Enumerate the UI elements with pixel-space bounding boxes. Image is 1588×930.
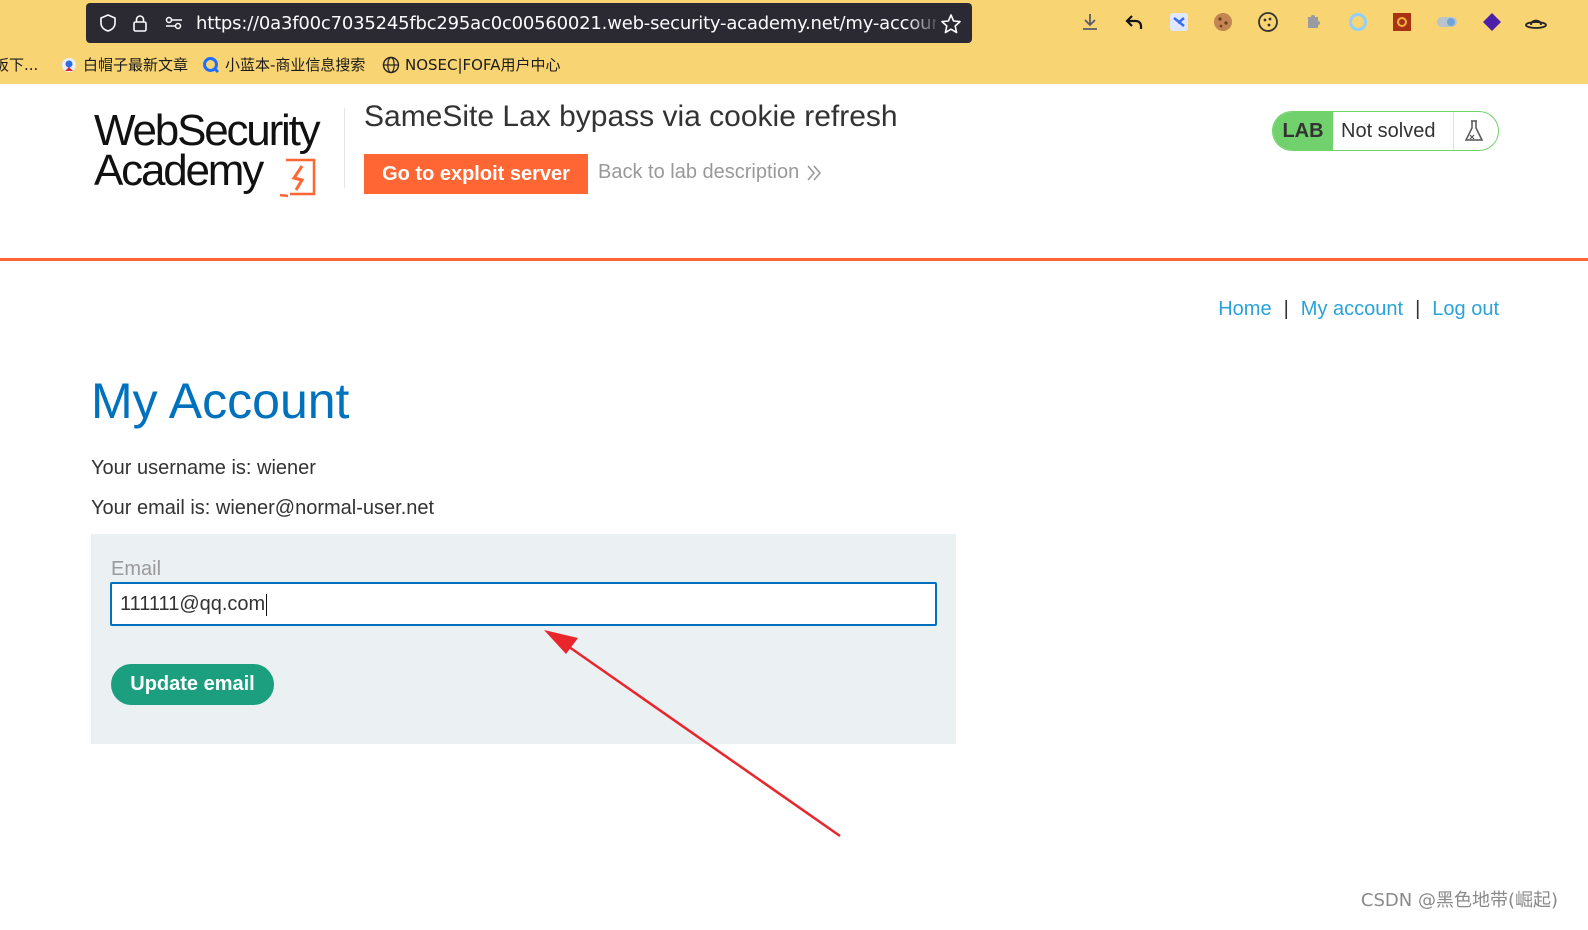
hat-icon[interactable] xyxy=(1522,8,1550,36)
cookie-icon[interactable] xyxy=(1209,8,1237,36)
diamond-icon[interactable] xyxy=(1478,8,1506,36)
email-text: Your email is: wiener@normal-user.net xyxy=(91,497,435,519)
puzzle-icon[interactable] xyxy=(1299,8,1327,36)
lab-badge: LAB xyxy=(1273,112,1333,150)
bookmark-item[interactable]: 板下... xyxy=(0,54,38,75)
download-icon[interactable] xyxy=(1076,8,1104,36)
undo-arrow-icon[interactable] xyxy=(1120,8,1148,36)
bookmark-item[interactable]: 白帽子最新文章 xyxy=(60,54,188,75)
status-divider xyxy=(1453,112,1454,150)
lab-title: SameSite Lax bypass via cookie refresh xyxy=(364,100,898,133)
watermark: CSDN @黑色地带(崛起) xyxy=(1360,890,1558,911)
nav-separator: | xyxy=(1415,298,1421,320)
gear-box-icon[interactable] xyxy=(1388,8,1416,36)
nav-separator: | xyxy=(1283,298,1289,320)
update-email-button[interactable]: Update email xyxy=(111,664,274,705)
url-fade xyxy=(906,9,942,37)
freebuf-icon xyxy=(60,56,78,74)
bookmarks-bar: 板下... 白帽子最新文章 小蓝本-商业信息搜索 NOSEC|FOFA用户中心 xyxy=(0,50,1588,78)
lab-status-widget: LAB Not solved xyxy=(1272,111,1499,151)
cookie-editor-icon[interactable] xyxy=(1254,8,1282,36)
header-rule xyxy=(0,258,1588,261)
toggle-icon[interactable] xyxy=(1433,8,1461,36)
email-label: Email xyxy=(111,558,162,580)
nav-my-account-link[interactable]: My account xyxy=(1301,298,1403,321)
nav-log-out-link[interactable]: Log out xyxy=(1432,298,1499,321)
logo-bolt-icon xyxy=(280,158,316,198)
lock-icon[interactable] xyxy=(130,13,150,33)
flask-icon xyxy=(1464,120,1484,141)
extension-blue-icon[interactable] xyxy=(1165,8,1193,36)
url-text[interactable]: https://0a3f00c7035245fbc295ac0c00560021… xyxy=(196,13,936,34)
permissions-icon[interactable] xyxy=(164,13,184,33)
username-text: Your username is: wiener xyxy=(91,457,316,479)
email-field-value: 111111@qq.com xyxy=(120,593,266,615)
text-caret xyxy=(266,593,268,616)
account-nav: Home | My account | Log out xyxy=(1218,298,1499,321)
header-divider xyxy=(344,108,345,188)
nav-home-link[interactable]: Home xyxy=(1218,298,1271,321)
address-bar[interactable]: https://0a3f00c7035245fbc295ac0c00560021… xyxy=(86,3,972,43)
change-email-form: Email 111111@qq.com Update email xyxy=(91,534,956,744)
logo-text-line2: Academy xyxy=(94,146,264,195)
double-chevron-right-icon[interactable] xyxy=(804,160,824,186)
lab-status-text: Not solved xyxy=(1341,120,1436,142)
browser-chrome: https://0a3f00c7035245fbc295ac0c00560021… xyxy=(0,0,1588,84)
xiaolanben-icon xyxy=(202,56,220,74)
bookmark-item[interactable]: NOSEC|FOFA用户中心 xyxy=(382,54,561,75)
globe-icon xyxy=(382,56,400,74)
ring-icon[interactable] xyxy=(1344,8,1372,36)
web-security-academy-logo[interactable]: WebSecurity Academy xyxy=(94,108,344,200)
email-field[interactable]: 111111@qq.com xyxy=(110,582,937,626)
go-to-exploit-server-button[interactable]: Go to exploit server xyxy=(364,154,588,194)
bookmark-item[interactable]: 小蓝本-商业信息搜索 xyxy=(202,54,365,75)
page-title: My Account xyxy=(91,373,350,429)
shield-icon[interactable] xyxy=(98,13,118,33)
bookmark-star-icon[interactable] xyxy=(940,13,961,34)
back-to-lab-description-link[interactable]: Back to lab description xyxy=(598,161,799,184)
